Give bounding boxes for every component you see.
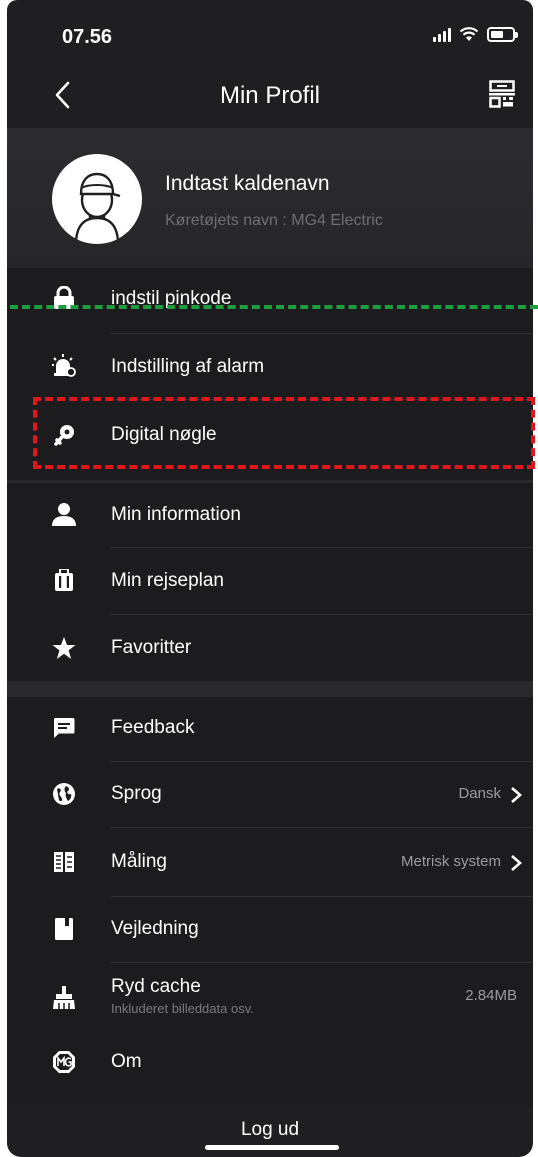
row-my-information[interactable]: Min information	[7, 483, 533, 547]
battery-icon	[487, 26, 518, 42]
navigation-bar: Min Profil	[7, 62, 533, 128]
qr-scan-icon[interactable]	[489, 80, 515, 108]
row-clear-cache[interactable]: Ryd cache Inkluderet billeddata osv. 2.8…	[7, 963, 533, 1033]
row-alarm-settings[interactable]: Indstilling af alarm	[7, 334, 533, 399]
user-avatar-icon	[74, 172, 121, 244]
measurement-icon	[51, 849, 77, 875]
logout-label: Log ud	[240, 1119, 300, 1140]
row-my-itinerary[interactable]: Min rejseplan	[7, 548, 533, 614]
chevron-right-icon	[511, 855, 522, 871]
status-icons	[433, 26, 518, 42]
settings-group: Feedback Sprog Dansk Måling Metrisk syst…	[7, 697, 533, 1106]
page-title: Min Profil	[219, 82, 321, 109]
chevron-right-icon	[511, 787, 522, 803]
status-time: 07.56	[62, 26, 113, 48]
row-label: Ryd cache	[111, 976, 201, 997]
star-icon	[51, 635, 77, 661]
red-dashed-highlight-box	[33, 397, 535, 469]
phone-screen: 07.56 Min Profil Indtast kaldenavn Køret…	[7, 0, 533, 1157]
person-icon	[51, 501, 77, 527]
row-label: Min information	[111, 504, 241, 525]
row-label: Feedback	[111, 717, 195, 738]
status-bar: 07.56	[7, 0, 533, 62]
row-feedback[interactable]: Feedback	[7, 697, 533, 761]
wifi-icon	[459, 27, 479, 41]
avatar[interactable]	[52, 154, 142, 244]
row-label: Indstilling af alarm	[111, 356, 265, 377]
row-measurement[interactable]: Måling Metrisk system	[7, 828, 533, 896]
row-language[interactable]: Sprog Dansk	[7, 762, 533, 827]
row-favorites[interactable]: Favoritter	[7, 615, 533, 681]
green-dashed-annotation-line	[10, 305, 538, 309]
row-label: Vejledning	[111, 918, 199, 939]
row-about[interactable]: Om	[7, 1033, 533, 1093]
feedback-icon	[51, 715, 77, 741]
mg-logo-icon	[51, 1049, 77, 1075]
vehicle-name: Køretøjets navn : MG4 Electric	[165, 212, 383, 229]
section-gap	[7, 681, 533, 697]
luggage-icon	[51, 568, 77, 594]
row-label: Måling	[111, 851, 167, 872]
row-sublabel: Inkluderet billeddata osv.	[111, 1001, 254, 1016]
cellular-signal-icon	[433, 26, 451, 42]
row-set-pincode[interactable]: indstil pinkode	[7, 268, 533, 333]
globe-icon	[51, 781, 77, 807]
cache-size: 2.84MB	[465, 987, 517, 1004]
broom-icon	[51, 985, 77, 1011]
nickname-label[interactable]: Indtast kaldenavn	[165, 172, 330, 196]
measurement-value: Metrisk system	[400, 853, 501, 870]
row-label: Favoritter	[111, 637, 192, 658]
row-label: Min rejseplan	[111, 570, 224, 591]
home-indicator[interactable]	[205, 1145, 339, 1150]
row-label: Sprog	[111, 783, 162, 804]
alarm-icon	[51, 352, 77, 378]
language-value: Dansk	[458, 785, 501, 802]
row-guide[interactable]: Vejledning	[7, 897, 533, 962]
personal-group: Min information Min rejseplan Favoritter	[7, 483, 533, 681]
row-label: Om	[111, 1051, 142, 1072]
book-icon	[51, 916, 77, 942]
profile-header[interactable]: Indtast kaldenavn Køretøjets navn : MG4 …	[7, 128, 533, 268]
